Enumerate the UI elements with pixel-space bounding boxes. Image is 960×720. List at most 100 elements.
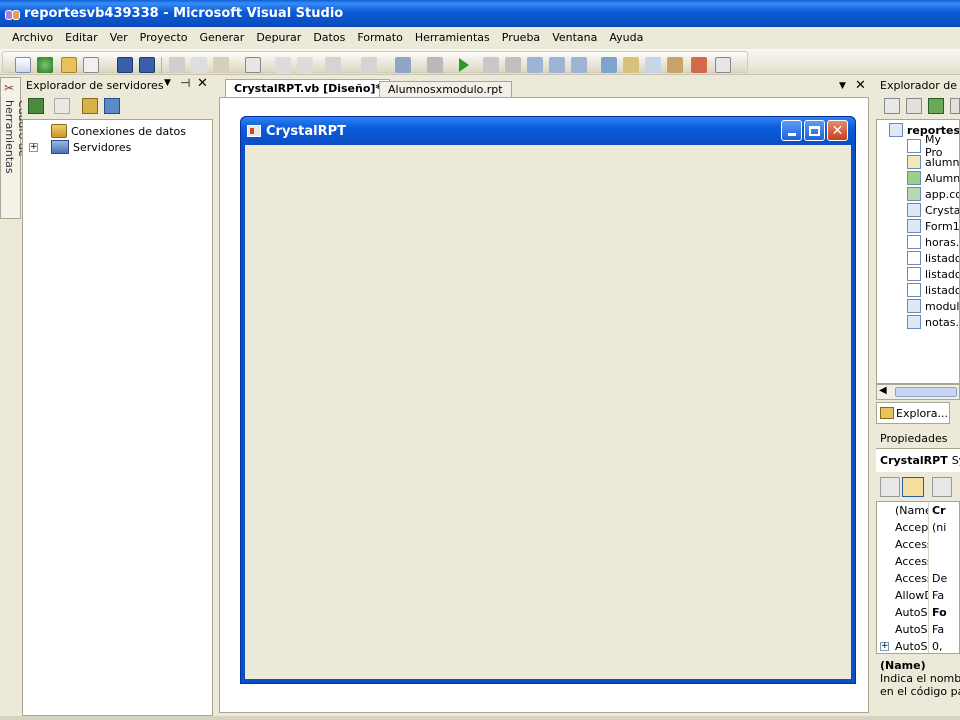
maximize-button[interactable] — [804, 120, 825, 141]
connect-server-icon[interactable] — [104, 98, 120, 114]
horizontal-scrollbar[interactable]: ◀ — [876, 384, 960, 400]
minimize-button[interactable] — [781, 120, 802, 141]
menu-ayuda[interactable]: Ayuda — [603, 31, 649, 44]
designer-form[interactable]: CrystalRPT ✕ — [240, 116, 856, 684]
menu-editar[interactable]: Editar — [59, 31, 104, 44]
design-surface[interactable]: CrystalRPT ✕ — [219, 97, 869, 713]
tree-item-horas[interactable]: horas.r — [907, 234, 959, 250]
pause-icon[interactable] — [483, 57, 499, 73]
menu-herramientas[interactable]: Herramientas — [409, 31, 496, 44]
add-item-icon[interactable] — [37, 57, 53, 73]
menu-depurar[interactable]: Depurar — [250, 31, 307, 44]
property-value[interactable]: Fa — [929, 623, 944, 636]
tree-item-modulo[interactable]: modulo — [907, 298, 959, 314]
start-page-icon[interactable] — [715, 57, 731, 73]
step-over-icon[interactable] — [549, 57, 565, 73]
menu-ver[interactable]: Ver — [104, 31, 134, 44]
find-in-files-icon[interactable] — [601, 57, 617, 73]
menu-datos[interactable]: Datos — [307, 31, 351, 44]
alphabetical-icon[interactable] — [902, 477, 924, 497]
expand-icon[interactable]: + — [29, 142, 38, 152]
pin-icon[interactable]: ⊣ — [180, 76, 190, 90]
connect-database-icon[interactable] — [82, 98, 98, 114]
tree-item-my-project[interactable]: My Pro — [907, 133, 959, 159]
close-icon[interactable]: ✕ — [197, 76, 208, 91]
navigate-forward-icon[interactable] — [427, 57, 443, 73]
tab-dropdown-icon[interactable]: ▼ — [839, 81, 846, 91]
open-folder-icon[interactable] — [61, 57, 77, 73]
menu-proyecto[interactable]: Proyecto — [134, 31, 194, 44]
property-row[interactable]: AutoScrollFa — [877, 621, 959, 638]
cut-icon[interactable] — [169, 57, 185, 73]
find-icon[interactable] — [245, 57, 261, 73]
menu-generar[interactable]: Generar — [194, 31, 251, 44]
refresh-icon[interactable] — [28, 98, 44, 114]
property-row[interactable]: + AutoScroll0, — [877, 638, 959, 653]
property-value[interactable]: (ni — [929, 521, 946, 534]
stop-refresh-icon[interactable] — [54, 98, 70, 114]
tab-crystalrpt-design[interactable]: CrystalRPT.vb [Diseño]* — [225, 79, 391, 97]
tree-item-form1[interactable]: Form1. — [907, 218, 959, 234]
toolbox-icon[interactable] — [667, 57, 683, 73]
menu-ventana[interactable]: Ventana — [546, 31, 603, 44]
tab-solution-explorer[interactable]: Explora... — [876, 402, 950, 424]
properties-view-icon[interactable] — [932, 477, 952, 497]
menu-formato[interactable]: Formato — [351, 31, 409, 44]
start-debugging-icon[interactable] — [459, 58, 469, 72]
categorized-icon[interactable] — [880, 477, 900, 497]
property-value[interactable]: Cr — [929, 504, 946, 517]
uncomment-icon[interactable] — [297, 57, 313, 73]
redo-icon[interactable] — [361, 57, 377, 73]
property-value[interactable]: Fa — [929, 589, 944, 602]
expand-icon[interactable]: + — [880, 642, 889, 651]
property-value[interactable]: 0, — [929, 640, 943, 653]
scroll-thumb[interactable] — [895, 387, 957, 397]
tree-item-listado-2[interactable]: listadoi — [907, 266, 959, 282]
property-row[interactable]: AccessibleDe — [877, 570, 959, 587]
tree-item-listado-1[interactable]: listado — [907, 250, 959, 266]
tab-alumnosxmodulo[interactable]: Alumnosxmodulo.rpt — [379, 81, 512, 97]
tree-item-alumnos-rpt[interactable]: Alumnc — [907, 170, 959, 186]
properties-window-icon[interactable] — [645, 57, 661, 73]
property-row[interactable]: Accessible — [877, 553, 959, 570]
stop-icon[interactable] — [505, 57, 521, 73]
property-row[interactable]: AllowDropFa — [877, 587, 959, 604]
copy-icon[interactable] — [191, 57, 207, 73]
undo-icon[interactable] — [325, 57, 341, 73]
scroll-left-icon[interactable]: ◀ — [879, 385, 887, 396]
property-row[interactable]: Accessible — [877, 536, 959, 553]
navigate-backward-icon[interactable] — [395, 57, 411, 73]
new-project-icon[interactable] — [15, 57, 31, 73]
tree-item-servers[interactable]: + Servidores — [29, 139, 131, 155]
close-document-icon[interactable]: ✕ — [855, 78, 866, 93]
tree-item-data-connections[interactable]: Conexiones de datos — [51, 123, 186, 139]
paste-icon[interactable] — [213, 57, 229, 73]
step-into-icon[interactable] — [527, 57, 543, 73]
property-row[interactable]: (Name)Cr — [877, 502, 959, 519]
property-row[interactable]: AcceptBut(ni — [877, 519, 959, 536]
object-browser-icon[interactable] — [691, 57, 707, 73]
property-value[interactable]: De — [929, 572, 947, 585]
add-new-item-icon[interactable] — [83, 57, 99, 73]
save-icon[interactable] — [117, 57, 133, 73]
form-client-area[interactable] — [245, 145, 851, 679]
close-button[interactable]: ✕ — [827, 120, 848, 141]
solution-explorer-icon[interactable] — [623, 57, 639, 73]
dropdown-arrow-icon[interactable]: ▼ — [164, 78, 171, 88]
save-all-icon[interactable] — [139, 57, 155, 73]
tree-item-crystalrpt[interactable]: Crystal — [907, 202, 959, 218]
tree-item-alumno[interactable]: alumno — [907, 154, 959, 170]
show-all-files-icon[interactable] — [906, 98, 922, 114]
refresh-icon[interactable] — [928, 98, 944, 114]
comment-icon[interactable] — [275, 57, 291, 73]
object-selector[interactable]: CrystalRPT Sy — [876, 448, 960, 472]
tree-item-notas[interactable]: notas.v — [907, 314, 959, 330]
property-value[interactable]: Fo — [929, 606, 947, 619]
view-code-icon[interactable] — [950, 98, 960, 114]
toolbox-tab[interactable]: ✂ Cuadro de herramientas — [0, 77, 29, 219]
menu-prueba[interactable]: Prueba — [496, 31, 546, 44]
tree-item-app-config[interactable]: app.co — [907, 186, 959, 202]
tree-item-listado-3[interactable]: listadoi — [907, 282, 959, 298]
properties-icon[interactable] — [884, 98, 900, 114]
menu-archivo[interactable]: Archivo — [6, 31, 59, 44]
